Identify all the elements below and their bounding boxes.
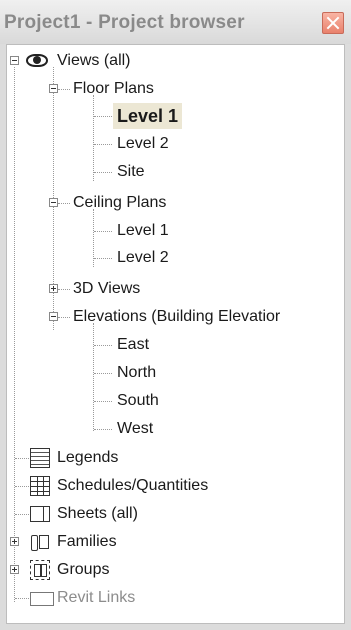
collapse-toggle[interactable] <box>10 56 19 65</box>
legend-icon <box>30 448 50 468</box>
tree-item-label: East <box>117 336 150 353</box>
tree-item-label: Level 2 <box>117 135 169 152</box>
tree-item-level-1[interactable]: Level 1 <box>7 103 344 129</box>
tree-item-label: Elevations (Building Elevatior <box>73 308 281 325</box>
tree-item-label: Legends <box>57 449 119 466</box>
collapse-toggle[interactable] <box>49 84 58 93</box>
tree-item-label: Groups <box>57 561 110 578</box>
tree-item-level-2[interactable]: Level 2 <box>7 131 344 157</box>
tree-connector <box>94 231 112 232</box>
revit-links-icon <box>30 592 54 606</box>
title-bar[interactable]: Project1 - Project browser <box>0 0 351 44</box>
tree-item-ceiling-plans[interactable]: Ceiling Plans <box>7 190 344 216</box>
tree-item-label: Views (all) <box>57 52 131 69</box>
tree-connector <box>58 89 70 90</box>
tree-connector <box>15 458 29 459</box>
tree-item-ceiling-level-2[interactable]: Level 2 <box>7 245 344 271</box>
tree-item-ceiling-level-1[interactable]: Level 1 <box>7 218 344 244</box>
tree-item-label: North <box>117 364 157 381</box>
project-tree: Views (all) Floor Plans Level 1 Level 2 … <box>6 44 345 624</box>
tree-connector <box>94 345 112 346</box>
tree-connector <box>94 401 112 402</box>
expand-toggle[interactable] <box>10 537 19 546</box>
sheet-icon <box>30 506 50 522</box>
tree-item-label-selected: Level 1 <box>113 103 183 129</box>
tree-item-revit-links[interactable]: Revit Links <box>7 585 344 611</box>
tree-item-label: Schedules/Quantities <box>57 477 209 494</box>
window-title: Project1 - Project browser <box>4 12 245 33</box>
expand-toggle[interactable] <box>49 284 58 293</box>
tree-item-label: West <box>117 420 154 437</box>
tree-item-label: Sheets (all) <box>57 505 138 522</box>
close-button[interactable] <box>322 12 344 34</box>
tree-connector <box>94 429 112 430</box>
tree-item-label: Floor Plans <box>73 80 154 97</box>
tree-connector <box>15 514 29 515</box>
tree-connector <box>94 258 112 259</box>
tree-connector <box>94 144 112 145</box>
schedule-icon <box>30 476 50 496</box>
tree-connector <box>58 203 70 204</box>
collapse-toggle[interactable] <box>49 198 58 207</box>
tree-item-legends[interactable]: Legends <box>7 445 344 471</box>
tree-item-south[interactable]: South <box>7 388 344 414</box>
tree-connector <box>94 116 112 117</box>
tree-connector <box>15 598 29 599</box>
tree-item-families[interactable]: Families <box>7 529 344 555</box>
tree-item-label: Revit Links <box>57 589 136 606</box>
tree-connector <box>15 486 29 487</box>
eye-icon <box>26 54 48 67</box>
tree-item-label: Level 2 <box>117 249 169 266</box>
tree-connector <box>94 172 112 173</box>
tree-connector <box>58 317 70 318</box>
tree-item-label: Site <box>117 163 145 180</box>
tree-item-label: Level 1 <box>117 222 169 239</box>
tree-item-label: Ceiling Plans <box>73 194 167 211</box>
expand-toggle[interactable] <box>10 565 19 574</box>
tree-item-label: 3D Views <box>73 280 141 297</box>
collapse-toggle[interactable] <box>49 312 58 321</box>
tree-item-3d-views[interactable]: 3D Views <box>7 276 344 302</box>
tree-item-west[interactable]: West <box>7 416 344 442</box>
tree-item-east[interactable]: East <box>7 332 344 358</box>
tree-item-label: Families <box>57 533 117 550</box>
tree-item-site[interactable]: Site <box>7 159 344 185</box>
tree-item-elevations[interactable]: Elevations (Building Elevatior <box>7 304 344 330</box>
tree-item-north[interactable]: North <box>7 360 344 386</box>
tree-item-schedules[interactable]: Schedules/Quantities <box>7 473 344 499</box>
groups-icon <box>30 560 50 580</box>
tree-item-sheets[interactable]: Sheets (all) <box>7 501 344 527</box>
families-icon <box>30 532 50 552</box>
project-browser-panel: Project1 - Project browser Views (all) F… <box>0 0 351 630</box>
tree-connector <box>94 373 112 374</box>
tree-item-groups[interactable]: Groups <box>7 557 344 583</box>
tree-item-label: South <box>117 392 159 409</box>
tree-item-views-all[interactable]: Views (all) <box>7 48 344 74</box>
tree-connector <box>58 289 70 290</box>
tree-item-floor-plans[interactable]: Floor Plans <box>7 76 344 102</box>
